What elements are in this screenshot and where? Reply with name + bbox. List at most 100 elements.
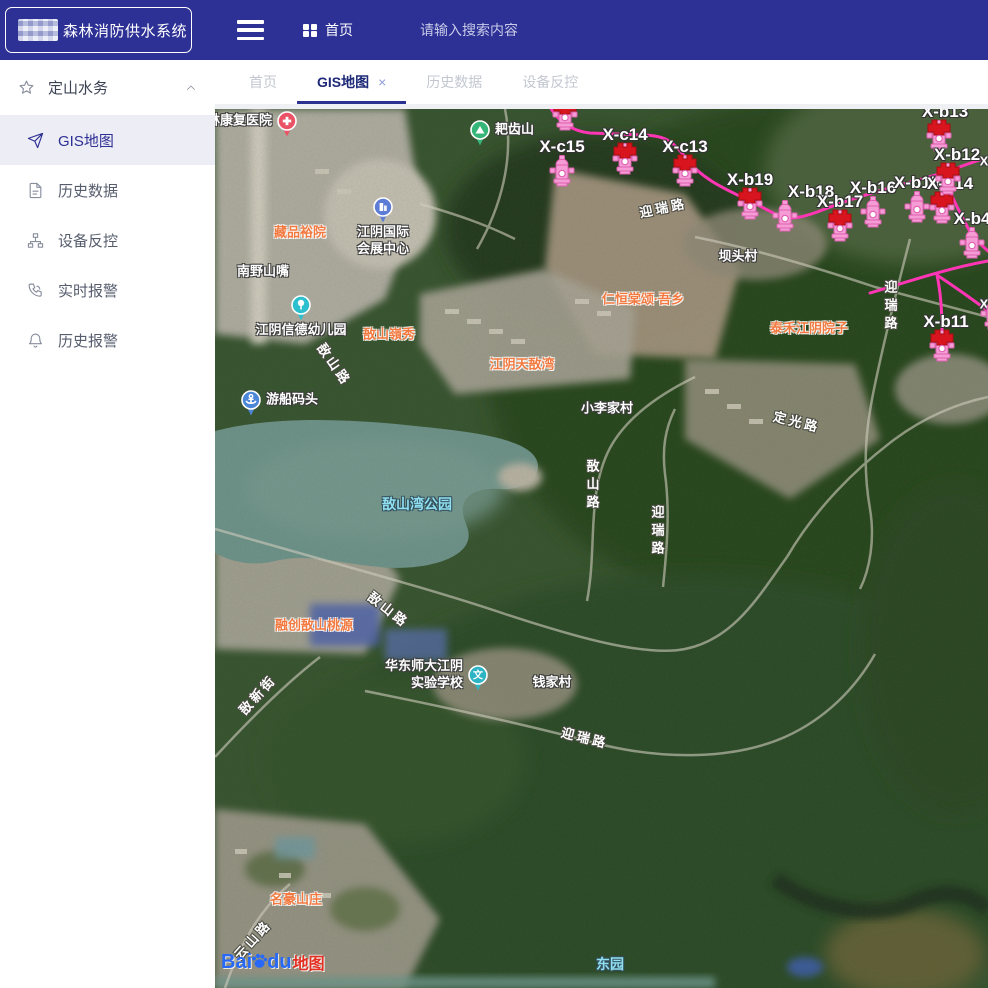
hydrant-marker[interactable]: X-c13: [670, 153, 700, 189]
hydrant-label: X-b12: [934, 145, 980, 165]
map-place-label: 敔山嶺秀: [363, 327, 415, 344]
map-place-label: 藏品裕院: [274, 225, 326, 242]
hydrant-marker[interactable]: X-b18: [770, 198, 800, 234]
hydrant-marker[interactable]: X-b16: [858, 194, 888, 230]
hospital-icon: [276, 126, 298, 143]
sidebar-item-device-control[interactable]: 设备反控: [0, 215, 215, 265]
poi-building[interactable]: 江阴国际 会展中心: [372, 197, 394, 225]
hydrant-icon: [547, 176, 577, 193]
sidebar-group-dingshan[interactable]: 定山水务: [0, 60, 215, 115]
map-edge-label-fragment: X: [980, 154, 988, 171]
road-label: 迎瑞路: [559, 722, 610, 752]
hydrant-label: X-b19: [727, 170, 773, 190]
poi-anchor[interactable]: 游船码头: [240, 390, 262, 418]
map-place-label: 小李家村: [581, 401, 633, 418]
sidebar-item-history-alarm[interactable]: 历史报警: [0, 315, 215, 365]
search-input[interactable]: [418, 21, 592, 39]
hydrant-label: X-c15: [539, 137, 584, 157]
hydrant-icon: [735, 209, 765, 226]
road-label: 敔山路: [313, 339, 356, 389]
hydrant-icon: [927, 351, 957, 368]
logo-redacted-block: [18, 19, 58, 41]
bell-icon: [27, 332, 44, 349]
gis-map-canvas[interactable]: 藏品裕院南野山嘴敔山嶺秀江阴天敔湾仁恒棠颂·吾乡坝头村泰禾江阴院子小李家村敔山湾…: [215, 109, 988, 988]
map-place-label: 东园: [596, 955, 624, 973]
map-overlay: 藏品裕院南野山嘴敔山嶺秀江阴天敔湾仁恒棠颂·吾乡坝头村泰禾江阴院子小李家村敔山湾…: [215, 109, 988, 988]
hydrant-marker[interactable]: X-b11: [927, 328, 957, 364]
baidu-paw-icon: [251, 951, 268, 970]
hydrant-marker[interactable]: X-b12: [933, 161, 963, 197]
road-label: 迎瑞路: [648, 505, 667, 559]
hydrant-icon: [927, 213, 957, 230]
grid-icon: [303, 24, 316, 37]
anchor-icon: [240, 405, 262, 422]
hydrant-icon: [550, 120, 580, 137]
hydrant-icon: [978, 319, 988, 336]
road-label: 迎瑞路: [881, 280, 900, 334]
hydrant-label: X-b4: [954, 209, 988, 229]
mountain-icon: [469, 135, 491, 152]
hydrant-marker[interactable]: X-b19: [735, 186, 765, 222]
poi-hospital[interactable]: 林康复医院: [276, 111, 298, 139]
poi-label: 江阴国际 会展中心: [357, 224, 409, 258]
hydrant-label: X-c14: [602, 125, 647, 145]
hydrant-icon: [957, 248, 987, 265]
sidebar-item-history-data[interactable]: 历史数据: [0, 165, 215, 215]
hydrant-label: X-b11: [923, 312, 968, 332]
hydrant-marker[interactable]: X-c14: [610, 141, 640, 177]
baidu-maps-logo: Bai du 地图: [221, 950, 325, 974]
document-icon: [27, 182, 44, 199]
poi-label: 耙齿山: [495, 122, 534, 139]
tab-bar: 首页 GIS地图 × 历史数据 设备反控: [215, 60, 988, 104]
map-place-label: 名豪山庄: [270, 892, 322, 909]
map-place-label: 仁恒棠颂·吾乡: [602, 292, 684, 309]
poi-school[interactable]: 文华东师大江阴 实验学校: [467, 665, 489, 693]
nav-home-label: 首页: [325, 20, 353, 40]
tab-device-control[interactable]: 设备反控: [502, 60, 598, 104]
app-header: 森林消防供水系统 首页: [0, 0, 988, 60]
tab-history-data[interactable]: 历史数据: [406, 60, 502, 104]
hydrant-icon: [770, 221, 800, 238]
tab-gis-map[interactable]: GIS地图 ×: [297, 60, 406, 104]
hydrant-marker[interactable]: X-c15: [547, 153, 577, 189]
poi-mountain[interactable]: 耙齿山: [469, 120, 491, 148]
hydrant-label: X-b16: [850, 178, 896, 198]
hydrant-icon: [933, 184, 963, 201]
road-label: 迎瑞路: [638, 193, 689, 222]
header-search: [418, 0, 592, 60]
hamburger-menu-icon[interactable]: [237, 20, 264, 40]
sidebar: 定山水务 GIS地图 历史数据 设备反控 实时报警 历史报警: [0, 60, 215, 988]
app-logo: 森林消防供水系统: [5, 7, 192, 53]
poi-label: 林康复医院: [215, 113, 272, 130]
map-place-label: 融创敔山桃源: [275, 618, 353, 635]
send-icon: [27, 132, 44, 149]
nav-home[interactable]: 首页: [303, 0, 353, 60]
road-label: 敔新街: [234, 670, 280, 718]
hydrant-label: X-b13: [922, 109, 968, 122]
road-label: 敔山路: [364, 587, 414, 632]
hydrant-label: X-c13: [662, 137, 707, 157]
hydrant-icon: [610, 164, 640, 181]
school-icon: 文: [467, 680, 489, 697]
poi-balloon[interactable]: 江阴信德幼儿园: [290, 295, 312, 323]
hydrant-marker[interactable]: X-b17: [825, 208, 855, 244]
star-icon: [18, 79, 35, 96]
chevron-up-icon: [185, 82, 197, 94]
tab-close-icon[interactable]: ×: [378, 74, 386, 90]
road-label: 敔山路: [583, 459, 602, 513]
phone-icon: [27, 282, 44, 299]
sidebar-item-realtime-alarm[interactable]: 实时报警: [0, 265, 215, 315]
poi-label: 游船码头: [266, 392, 318, 409]
hydrant-marker[interactable]: [550, 109, 580, 133]
hydrant-marker[interactable]: X-b4: [957, 225, 987, 261]
sidebar-group-label: 定山水务: [48, 77, 185, 98]
tab-divider: [215, 104, 988, 109]
tab-home[interactable]: 首页: [229, 60, 297, 104]
road-label: 定光路: [771, 406, 822, 436]
map-place-label: 南野山嘴: [237, 264, 289, 281]
hydrant-icon: [858, 217, 888, 234]
sidebar-item-gis-map[interactable]: GIS地图: [0, 115, 215, 165]
sitemap-icon: [27, 232, 44, 249]
svg-text:文: 文: [473, 669, 484, 682]
hydrant-marker[interactable]: [978, 296, 988, 332]
